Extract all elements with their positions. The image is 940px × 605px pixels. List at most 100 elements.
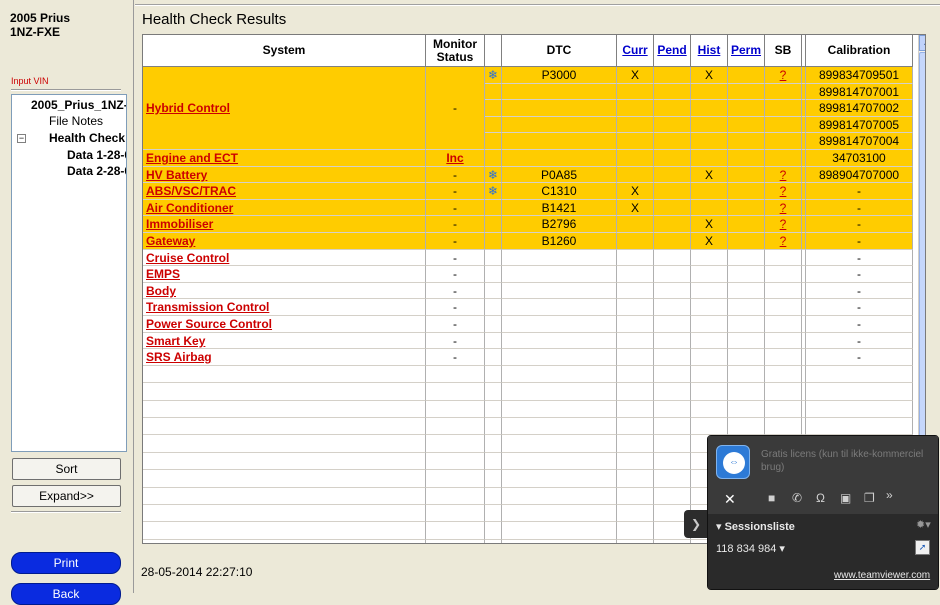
hist-cell [691, 116, 728, 134]
dtc-icon-cell [485, 199, 502, 217]
dtc-cell [502, 282, 617, 300]
system-link[interactable]: Power Source Control [143, 316, 426, 333]
empty-cell [485, 418, 502, 436]
freeze-frame-icon[interactable]: ❄ [488, 68, 498, 82]
sb-cell[interactable]: ? [765, 199, 802, 217]
dtc-cell [502, 332, 617, 350]
cal-cell: 899814707002 [806, 100, 913, 117]
perm-cell [728, 249, 765, 267]
freeze-frame-icon[interactable]: ❄ [488, 168, 498, 182]
header-sb-label: SB [774, 43, 792, 57]
system-link[interactable]: Body [143, 282, 426, 300]
teamviewer-files-icon[interactable]: ❐ [864, 491, 875, 505]
hist-cell [691, 183, 728, 200]
system-link[interactable]: EMPS [143, 266, 426, 283]
curr-cell: X [617, 183, 654, 200]
sb-cell[interactable]: ? [765, 67, 802, 84]
empty-cell [502, 452, 617, 471]
system-link[interactable]: Immobiliser [143, 216, 426, 233]
teamviewer-close-icon[interactable]: ✕ [724, 491, 736, 508]
empty-cell [502, 505, 617, 523]
empty-cell [143, 539, 426, 543]
print-button[interactable]: Print [11, 552, 121, 574]
sb-cell[interactable]: ? [765, 216, 802, 233]
sb-cell [765, 282, 802, 300]
system-link[interactable]: ABS/VSC/TRAC [143, 183, 426, 200]
back-button[interactable]: Back [11, 583, 121, 605]
empty-cell [426, 470, 485, 488]
header-pend[interactable]: Pend [654, 35, 691, 67]
sb-cell [765, 249, 802, 267]
teamviewer-url-link[interactable]: www.teamviewer.com [834, 570, 930, 581]
dtc-cell: P3000 [502, 67, 617, 84]
perm-cell [728, 83, 765, 101]
dtc-cell: B1421 [502, 199, 617, 217]
empty-cell [806, 383, 913, 401]
monitor-status: - [426, 67, 485, 150]
system-link[interactable]: HV Battery [143, 166, 426, 184]
empty-cell [426, 452, 485, 471]
header-curr[interactable]: Curr [617, 35, 654, 67]
curr-cell [617, 299, 654, 316]
teamviewer-video-icon[interactable]: ■ [768, 491, 775, 505]
tree-node[interactable]: File Notes [49, 114, 103, 128]
empty-cell [502, 365, 617, 384]
session-settings-gear-icon[interactable]: ✹▾ [916, 518, 931, 531]
cal-cell: - [806, 266, 913, 283]
freeze-frame-icon[interactable]: ❄ [488, 184, 498, 198]
header-perm[interactable]: Perm [728, 35, 765, 67]
cal-cell: - [806, 183, 913, 200]
sb-cell[interactable]: ? [765, 166, 802, 184]
system-link[interactable]: Smart Key [143, 332, 426, 350]
dtc-icon-cell [485, 316, 502, 333]
sb-cell [765, 349, 802, 366]
system-link[interactable]: Cruise Control [143, 249, 426, 267]
tree-node[interactable]: 2005_Prius_1NZ-FXE [31, 98, 126, 112]
file-tree[interactable]: 2005_Prius_1NZ-FXE File Notes − Health Chec… [11, 94, 127, 452]
session-id-dropdown[interactable]: 118 834 984 ▾ [716, 542, 785, 555]
dtc-icon-cell [485, 266, 502, 283]
system-link[interactable]: Hybrid Control [143, 67, 426, 150]
sb-cell[interactable]: ? [765, 183, 802, 200]
empty-cell [654, 487, 691, 505]
teamviewer-phone-icon[interactable]: ✆ [792, 491, 802, 505]
scroll-up-arrow-icon[interactable]: ▲ [919, 35, 925, 51]
header-hist[interactable]: Hist [691, 35, 728, 67]
tree-node[interactable]: Health Check [49, 131, 125, 145]
teamviewer-chat-icon[interactable]: ▣ [840, 491, 851, 505]
teamviewer-more-icon[interactable]: » [886, 488, 893, 502]
hist-cell [691, 133, 728, 150]
teamviewer-headset-icon[interactable]: Ω [816, 491, 825, 505]
teamviewer-collapse-arrow-icon[interactable]: ❯ [684, 510, 708, 538]
input-vin-link[interactable]: Input VIN [11, 76, 49, 86]
curr-cell [617, 83, 654, 101]
dtc-cell: C1310 [502, 183, 617, 200]
session-connect-icon[interactable]: ➚ [915, 540, 930, 555]
sb-cell[interactable]: ? [765, 233, 802, 250]
dtc-icon-cell [485, 150, 502, 167]
system-link[interactable]: Transmission Control [143, 299, 426, 316]
header-system-label: System [262, 43, 306, 57]
system-link[interactable]: SRS Airbag [143, 349, 426, 366]
empty-cell [426, 400, 485, 418]
session-list-header[interactable]: ▾ Sessionsliste [716, 520, 795, 533]
header-calibration: Calibration [806, 35, 913, 67]
tree-collapse-icon[interactable]: − [17, 134, 26, 143]
perm-cell [728, 266, 765, 283]
tree-node[interactable]: Data 2-28-05 [67, 164, 126, 178]
dtc-icon-cell [485, 249, 502, 267]
perm-cell [728, 316, 765, 333]
monitor-status[interactable]: Inc [426, 150, 485, 167]
dtc-cell [502, 266, 617, 283]
curr-cell [617, 282, 654, 300]
perm-cell [728, 100, 765, 117]
empty-cell [485, 435, 502, 453]
system-link[interactable]: Air Conditioner [143, 199, 426, 217]
system-link[interactable]: Gateway [143, 233, 426, 250]
system-link[interactable]: Engine and ECT [143, 150, 426, 167]
tree-node[interactable]: Data 1-28-05 [67, 148, 126, 162]
empty-cell [485, 470, 502, 488]
sort-button[interactable]: Sort [12, 458, 121, 480]
monitor-status: - [426, 249, 485, 267]
expand-button[interactable]: Expand>> [12, 485, 121, 507]
